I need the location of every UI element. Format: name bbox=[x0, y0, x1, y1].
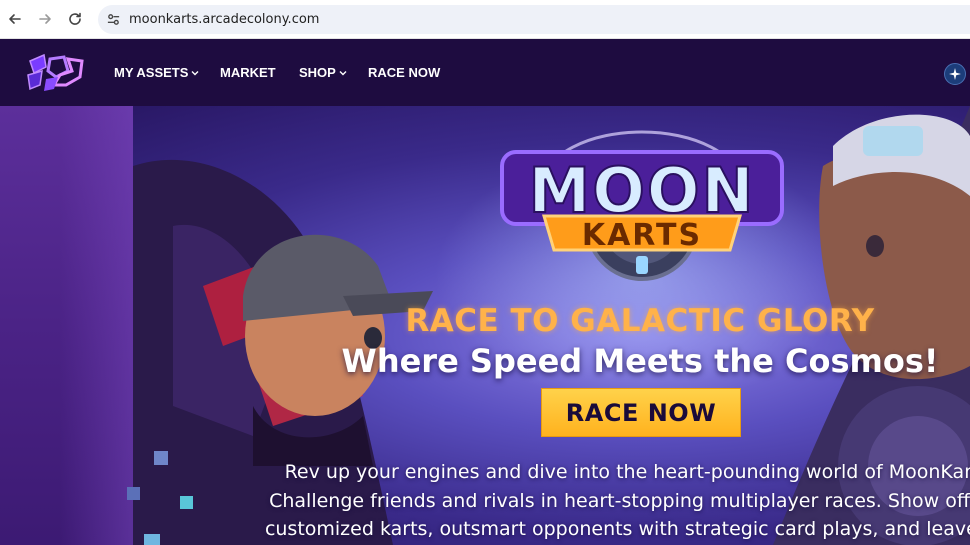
hero-description: Rev up your engines and dive into the he… bbox=[240, 458, 970, 544]
hero-tagline: RACE TO GALACTIC GLORY bbox=[405, 303, 875, 339]
description-line: customized karts, outsmart opponents wit… bbox=[264, 518, 970, 540]
menu-label: MARKET bbox=[220, 65, 276, 80]
menu-my-assets[interactable]: MY ASSETS bbox=[114, 65, 199, 80]
reload-icon[interactable] bbox=[65, 9, 85, 29]
moonkarts-logo: MOON KARTS bbox=[500, 130, 784, 281]
menu-market[interactable]: MARKET bbox=[220, 65, 276, 80]
pixel-decoration bbox=[180, 496, 193, 509]
pixel-decoration bbox=[144, 534, 160, 545]
wallet-button[interactable] bbox=[944, 63, 966, 85]
hero-subtitle: Where Speed Meets the Cosmos! bbox=[341, 342, 939, 380]
menu-shop[interactable]: SHOP bbox=[299, 65, 347, 80]
address-bar[interactable]: moonkarts.arcadecolony.com bbox=[98, 5, 970, 34]
site-settings-icon[interactable] bbox=[106, 12, 121, 27]
menu-race-now[interactable]: RACE NOW bbox=[368, 65, 440, 80]
site-header: MY ASSETS MARKET SHOP RACE NOW bbox=[0, 39, 970, 106]
logo-text-karts: KARTS bbox=[582, 218, 702, 253]
url-text: moonkarts.arcadecolony.com bbox=[129, 12, 320, 27]
description-line: Rev up your engines and dive into the he… bbox=[284, 461, 970, 483]
forward-arrow-icon[interactable] bbox=[35, 9, 55, 29]
back-arrow-icon[interactable] bbox=[5, 9, 25, 29]
browser-toolbar: moonkarts.arcadecolony.com bbox=[0, 0, 970, 39]
chevron-down-icon bbox=[191, 70, 199, 75]
menu-label: RACE NOW bbox=[368, 65, 441, 80]
menu-label: MY ASSETS bbox=[114, 65, 189, 80]
hero-left-gradient bbox=[60, 106, 133, 545]
pixel-decoration bbox=[127, 487, 140, 500]
pixel-decoration bbox=[154, 451, 168, 465]
menu-label: SHOP bbox=[299, 65, 336, 80]
arcade-colony-logo[interactable] bbox=[24, 51, 86, 93]
chevron-down-icon bbox=[339, 70, 347, 75]
race-now-button[interactable]: RACE NOW bbox=[541, 388, 741, 437]
star-icon bbox=[949, 68, 961, 80]
description-line: Challenge friends and rivals in heart-st… bbox=[269, 489, 970, 512]
